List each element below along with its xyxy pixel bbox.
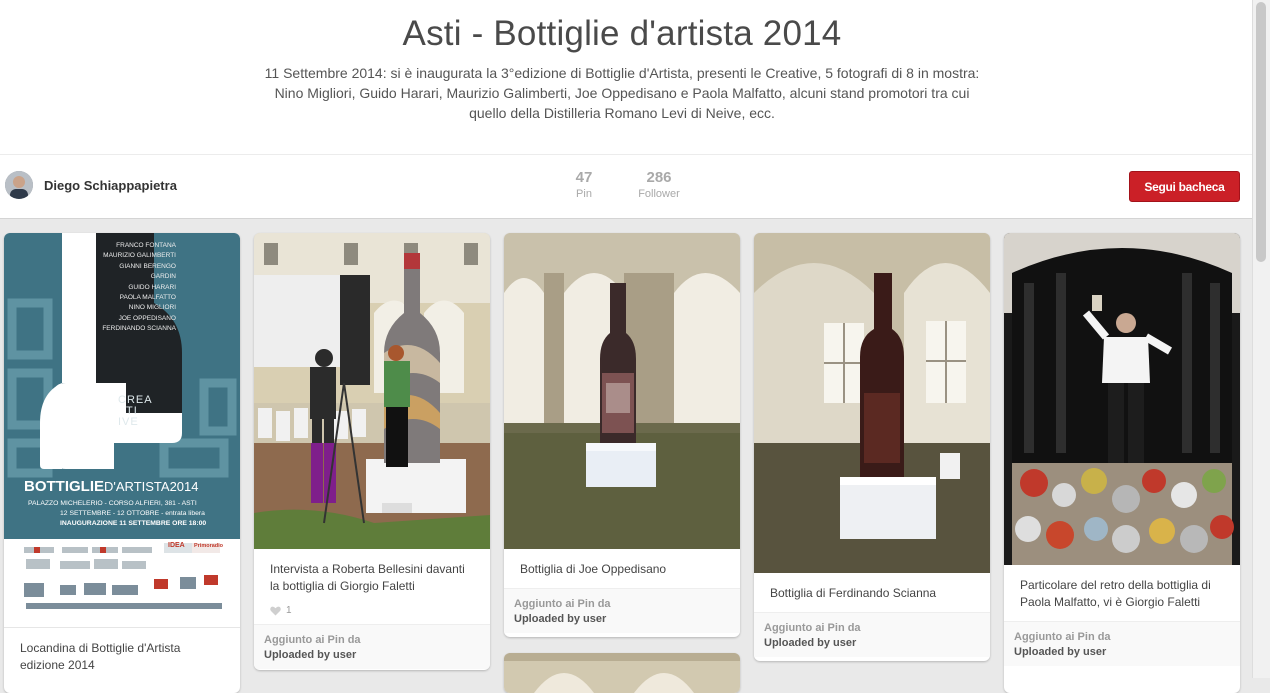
- owner-avatar[interactable]: [5, 171, 33, 199]
- pin-image-malfatto[interactable]: [1004, 233, 1240, 565]
- pin-image-scianna[interactable]: [754, 233, 990, 573]
- board-title: Asti - Bottiglie d'artista 2014: [402, 14, 842, 53]
- pin-attribution[interactable]: Aggiunto ai Pin da Uploaded by user: [254, 624, 490, 669]
- pin-attrib-source[interactable]: Uploaded by user: [1014, 645, 1230, 660]
- pin-like-row[interactable]: 1: [254, 605, 490, 624]
- poster-dates: 12 SETTEMBRE - 12 OTTOBRE - entrata libe…: [60, 510, 205, 517]
- poster-artist-list: FRANCO FONTANA MAURIZIO GALIMBERTI GIANN…: [102, 241, 176, 335]
- poster-sponsor-idea: IDEA: [168, 542, 185, 549]
- pin-attribution[interactable]: Aggiunto ai Pin da Uploaded by user: [754, 612, 990, 657]
- pin-attrib-label: Aggiunto ai Pin da: [1014, 631, 1111, 643]
- follower-count-stat[interactable]: 286 Follower: [636, 169, 682, 200]
- photo-interview: [254, 233, 490, 549]
- poster-artist-name: JOE OPPEDISANO: [118, 314, 176, 322]
- board-header: Asti - Bottiglie d'artista 2014 11 Sette…: [0, 0, 1252, 219]
- pin-card[interactable]: Bottiglia di Ferdinando Scianna Aggiunto…: [754, 233, 990, 661]
- pin-attrib-label: Aggiunto ai Pin da: [764, 622, 861, 634]
- pin-image-oppedisano[interactable]: [504, 233, 740, 549]
- pin-like-count: 1: [286, 605, 292, 616]
- photo-scianna-bottle: [754, 233, 990, 573]
- pin-caption: Particolare del retro della bottiglia di…: [1020, 578, 1211, 609]
- pin-count-stat[interactable]: 47 Pin: [571, 169, 597, 200]
- photo-next-pin: [504, 653, 740, 693]
- pin-caption: Intervista a Roberta Bellesini davanti l…: [270, 562, 465, 593]
- poster-artist-name: PAOLA MALFATTO: [119, 294, 176, 302]
- pin-attrib-label: Aggiunto ai Pin da: [264, 634, 361, 646]
- photo-malfatto-bottle: [1004, 233, 1240, 565]
- heart-icon[interactable]: [270, 606, 281, 616]
- pin-attribution[interactable]: Aggiunto ai Pin da Uploaded by user: [504, 588, 740, 633]
- pin-attrib-label: Aggiunto ai Pin da: [514, 598, 611, 610]
- poster-sponsor-logos: [4, 539, 240, 627]
- follower-count-label: Follower: [638, 188, 680, 200]
- poster-headline-part2: D'ARTISTA2014: [104, 479, 199, 494]
- header-divider: [0, 154, 1252, 155]
- poster-headline: BOTTIGLIED'ARTISTA2014: [24, 478, 199, 496]
- pin-caption: Locandina di Bottiglie d'Artista edizion…: [4, 627, 240, 684]
- pin-attrib-source[interactable]: Uploaded by user: [514, 612, 730, 627]
- board-description: 11 Settembre 2014: si è inaugurata la 3°…: [264, 65, 980, 121]
- pin-card[interactable]: FRANCO FONTANA MAURIZIO GALIMBERTI GIANN…: [4, 233, 240, 693]
- follow-board-button[interactable]: Segui bacheca: [1129, 171, 1240, 202]
- pin-card[interactable]: Bottiglia di Joe Oppedisano Aggiunto ai …: [504, 233, 740, 637]
- pin-attrib-source[interactable]: Uploaded by user: [264, 648, 480, 663]
- pin-image-interview[interactable]: [254, 233, 490, 549]
- scrollbar-thumb[interactable]: [1256, 2, 1266, 262]
- photo-oppedisano-bottle: [504, 233, 740, 549]
- poster-sponsor-radio: Primoradio: [194, 543, 224, 549]
- pin-card[interactable]: Particolare del retro della bottiglia di…: [1004, 233, 1240, 693]
- pin-card[interactable]: [504, 653, 740, 693]
- follower-count: 286: [646, 169, 672, 186]
- poster-artist-name: GUIDO HARARI: [128, 283, 176, 291]
- pin-attribution[interactable]: Aggiunto ai Pin da Uploaded by user: [1004, 621, 1240, 666]
- poster-artist-name: NINO MIGLIORI: [128, 304, 176, 312]
- poster-headline-part1: BOTTIGLIE: [24, 478, 104, 495]
- poster-creative-word: CREA TI IVE: [118, 395, 153, 428]
- pin-count: 47: [575, 169, 593, 186]
- owner-name-link[interactable]: Diego Schiappapietra: [44, 178, 177, 193]
- poster-artist-name: FRANCO FONTANA: [116, 242, 176, 249]
- poster-venue: PALAZZO MICHELERIO - CORSO ALFIERI, 381 …: [28, 500, 197, 507]
- poster-artist-name: FERDINANDO SCIANNA: [102, 325, 176, 333]
- pin-card[interactable]: Intervista a Roberta Bellesini davanti l…: [254, 233, 490, 670]
- poster-creative-line: IVE: [118, 416, 139, 428]
- pin-caption: Bottiglia di Joe Oppedisano: [520, 562, 667, 576]
- pin-count-label: Pin: [576, 188, 592, 200]
- pin-image-poster[interactable]: FRANCO FONTANA MAURIZIO GALIMBERTI GIANN…: [4, 233, 240, 627]
- poster-opening: INAUGURAZIONE 11 SETTEMBRE ORE 18:00: [60, 520, 207, 527]
- pin-attrib-source[interactable]: Uploaded by user: [764, 636, 980, 651]
- poster-artist-name: GIANNI BERENGO GARDIN: [119, 262, 176, 281]
- poster-artist-name: MAURIZIO GALIMBERTI: [103, 252, 176, 260]
- pin-caption: Bottiglia di Ferdinando Scianna: [770, 586, 937, 600]
